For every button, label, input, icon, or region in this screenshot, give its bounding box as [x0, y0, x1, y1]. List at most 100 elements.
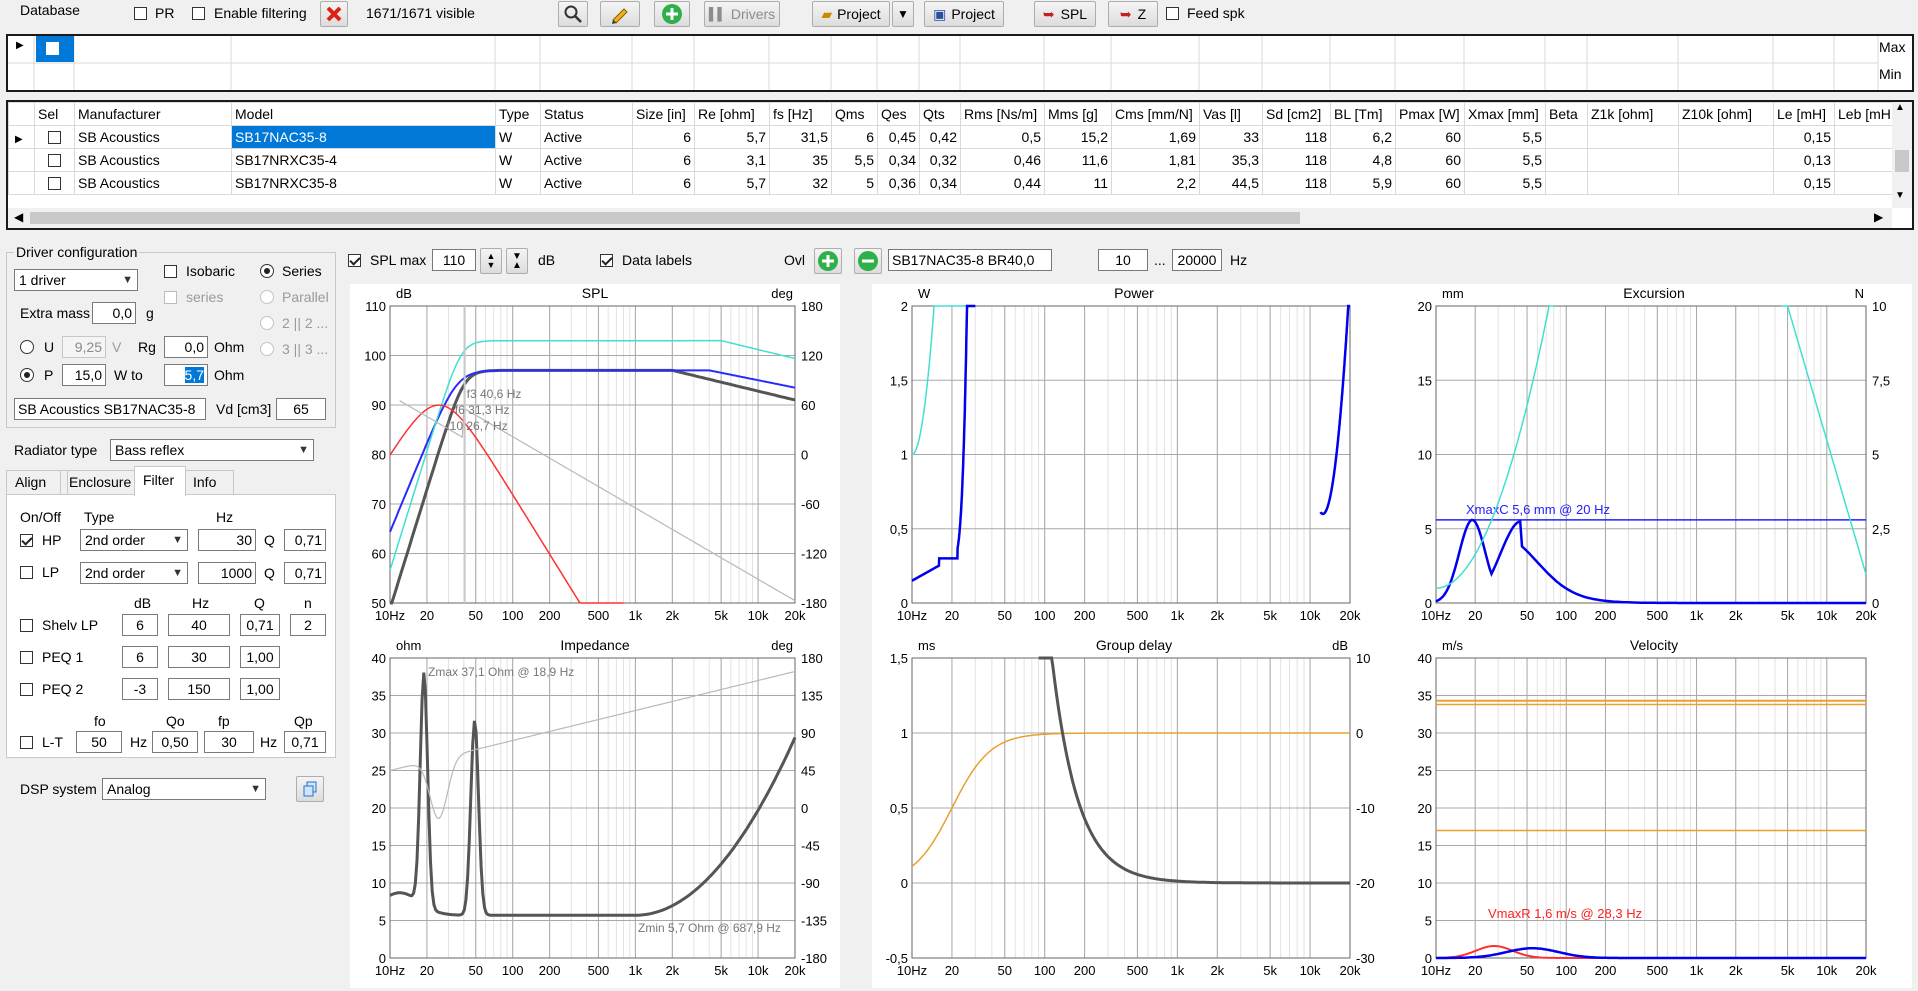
lp-checkbox[interactable] [20, 566, 33, 579]
row-sel-checkbox[interactable] [48, 176, 61, 190]
p-ohm-input[interactable]: 5,7 [164, 364, 208, 386]
save-project-button[interactable]: ▣ Project [924, 1, 1004, 27]
column-header[interactable]: Mms [g] [1044, 102, 1112, 126]
column-header[interactable]: Pmax [W] [1395, 102, 1465, 126]
peq1-hz-input[interactable]: 30 [168, 646, 230, 668]
tab-info[interactable]: Info [184, 470, 234, 494]
shelv-lp-checkbox[interactable] [20, 619, 33, 632]
shelv-hz-input[interactable]: 40 [168, 614, 230, 636]
shelv-db-input[interactable]: 6 [122, 614, 158, 636]
p-radio[interactable] [20, 368, 34, 382]
export-spl-button[interactable]: ➥ SPL [1034, 1, 1096, 27]
scroll-up-icon[interactable]: ▲ [1895, 102, 1905, 113]
extra-mass-input[interactable]: 0,0 [92, 302, 136, 324]
freq-min-input[interactable]: 10 [1098, 249, 1148, 271]
driver-name-field[interactable]: SB Acoustics SB17NAC35-8 [14, 398, 206, 420]
lp-type-select[interactable]: 2nd order ▼ [80, 562, 188, 584]
column-header[interactable]: Vas [l] [1199, 102, 1263, 126]
search-button[interactable] [558, 1, 588, 27]
open-project-button[interactable]: ▰ Project [812, 1, 890, 27]
column-header[interactable]: Z1k [ohm] [1587, 102, 1679, 126]
pr-checkbox[interactable] [134, 7, 147, 20]
power-chart[interactable]: 2 1,5 1 0,5 0 10Hz 20 50 100 200 500 1k 2k 5k 10k 20k Po… [872, 284, 1396, 641]
lt-fp-input[interactable]: 30 [204, 731, 254, 753]
spl-max-input[interactable]: 110 [432, 249, 476, 271]
column-header[interactable]: Type [495, 102, 541, 126]
series-radio[interactable] [260, 264, 274, 278]
scroll-down-icon[interactable]: ▼ [1895, 190, 1905, 201]
peq2-hz-input[interactable]: 150 [168, 678, 230, 700]
column-header[interactable]: Size [in] [632, 102, 695, 126]
column-header[interactable]: BL [Tm] [1330, 102, 1396, 126]
row-sel-checkbox[interactable] [48, 130, 61, 144]
column-header[interactable]: fs [Hz] [769, 102, 832, 126]
column-header[interactable]: Sd [cm2] [1262, 102, 1331, 126]
table-row[interactable]: SB Acoustics SB17NRXC35-8 W Active 6 5,7… [8, 171, 1895, 195]
lt-fo-input[interactable]: 50 [76, 731, 122, 753]
table-row[interactable]: ▶ SB Acoustics SB17NAC35-8 W Active 6 5,… [8, 125, 1895, 149]
hp-type-select[interactable]: 2nd order ▼ [80, 529, 188, 551]
scroll-left-icon[interactable]: ◀ [14, 210, 23, 224]
column-header[interactable]: Qes [877, 102, 920, 126]
peq2-q-input[interactable]: 1,00 [240, 678, 280, 700]
table-row[interactable]: SB Acoustics SB17NRXC35-4 W Active 6 3,1… [8, 148, 1895, 172]
spl-fit-button[interactable]: ▼ ▲ [506, 248, 528, 274]
2x2-radio[interactable] [260, 316, 274, 330]
column-header[interactable]: Qms [831, 102, 878, 126]
group-delay-chart[interactable]: 1,5 1 0,5 0 -0,5 10 0 -10 -20 -30 10Hz 20 50 100 200 50… [872, 636, 1396, 991]
hscroll-thumb[interactable] [30, 212, 1300, 224]
feed-spk-checkbox[interactable] [1166, 7, 1179, 20]
excursion-chart[interactable]: 20 15 10 5 0 10 7,5 5 2,5 0 10Hz 20 50 100 200 500 1k 2k 5… [1396, 284, 1912, 641]
column-header[interactable]: Beta [1545, 102, 1588, 126]
spl-updown-button[interactable]: ▲ ▼ [480, 248, 502, 274]
drivers-count-select[interactable]: 1 driver ▼ [14, 269, 138, 291]
peq1-db-input[interactable]: 6 [122, 646, 158, 668]
freq-max-input[interactable]: 20000 [1172, 249, 1222, 271]
filter-sel-cell[interactable] [36, 36, 74, 62]
project-name-field[interactable]: SB17NAC35-8 BR40,0 [888, 249, 1052, 271]
parallel-radio[interactable] [260, 290, 274, 304]
scroll-right-icon[interactable]: ▶ [1874, 210, 1883, 224]
ovl-remove-button[interactable] [854, 248, 882, 274]
clear-filter-button[interactable] [320, 1, 348, 27]
edit-button[interactable] [600, 1, 640, 27]
isobaric-checkbox[interactable] [164, 265, 177, 278]
copy-button[interactable] [296, 776, 324, 802]
impedance-chart[interactable]: 40 35 30 25 20 15 10 5 0 180 135 90 45 0 -45 -90 -135 -18… [350, 636, 840, 991]
column-header[interactable]: Sel [34, 102, 75, 126]
lt-qp-input[interactable]: 0,71 [284, 731, 326, 753]
column-header[interactable]: Model [231, 102, 496, 126]
project-dropdown-button[interactable]: ▼ [892, 1, 914, 27]
export-z-button[interactable]: ➥ Z [1108, 1, 1158, 27]
tab-enclosure[interactable]: Enclosure [60, 470, 136, 494]
tab-filter[interactable]: Filter [134, 466, 186, 496]
column-header[interactable]: Xmax [mm] [1464, 102, 1546, 126]
series-sub-checkbox[interactable] [164, 291, 177, 304]
lt-qo-input[interactable]: 0,50 [152, 731, 198, 753]
vscroll-thumb[interactable] [1895, 150, 1909, 172]
u-input[interactable]: 9,25 [62, 336, 106, 358]
peq1-checkbox[interactable] [20, 651, 33, 664]
column-header[interactable]: Leb [mH [1834, 102, 1895, 126]
peq2-checkbox[interactable] [20, 683, 33, 696]
shelv-n-input[interactable]: 2 [290, 614, 326, 636]
column-header[interactable]: Status [540, 102, 633, 126]
drivers-button[interactable]: ▌▌ Drivers [704, 1, 780, 27]
hp-q-input[interactable]: 0,71 [284, 529, 326, 551]
radiator-type-select[interactable]: Bass reflex ▼ [110, 439, 314, 461]
data-labels-checkbox[interactable] [600, 254, 613, 267]
table-vscrollbar[interactable]: ▲ ▼ [1892, 102, 1912, 208]
enable-filtering-checkbox[interactable] [192, 7, 205, 20]
tab-align[interactable]: Align [6, 470, 68, 494]
hp-hz-input[interactable]: 30 [198, 529, 256, 551]
sel-cell[interactable] [34, 171, 75, 195]
sel-cell[interactable] [34, 125, 75, 149]
column-header[interactable]: Rms [Ns/m] [960, 102, 1045, 126]
table-cell-selected[interactable]: SB17NAC35-8 [231, 125, 496, 149]
lp-q-input[interactable]: 0,71 [284, 562, 326, 584]
p-input[interactable]: 15,0 [62, 364, 106, 386]
lt-checkbox[interactable] [20, 736, 33, 749]
row-sel-checkbox[interactable] [48, 153, 61, 167]
filter-sel-checkbox[interactable] [46, 42, 59, 55]
peq2-db-input[interactable]: -3 [122, 678, 158, 700]
